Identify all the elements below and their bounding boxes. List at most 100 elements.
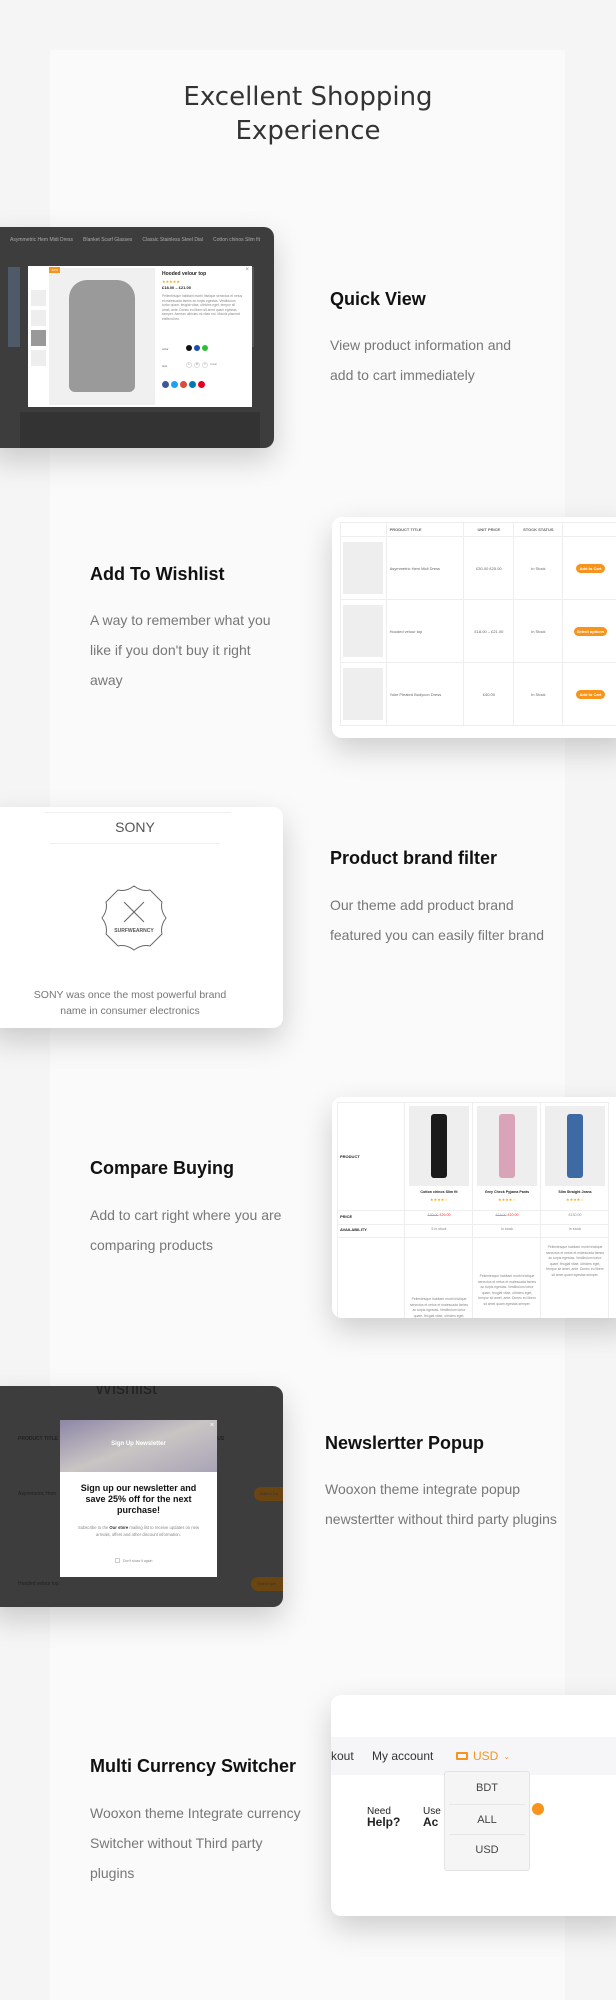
bg-row: Hooded velour top bbox=[18, 1581, 59, 1587]
feature-desc: Wooxon theme Integrate currency bbox=[90, 1805, 301, 1821]
feature-desc: like if you don't buy it right bbox=[90, 642, 251, 658]
feature-heading: Product brand filter bbox=[330, 848, 498, 868]
facebook-icon[interactable] bbox=[162, 381, 169, 388]
page-title: Excellent Shopping Experience bbox=[183, 82, 433, 146]
feature-heading: Add To Wishlist bbox=[90, 564, 225, 584]
availability: In stock bbox=[568, 1227, 582, 1231]
brand-name: SONY bbox=[50, 819, 220, 844]
product-image bbox=[49, 268, 155, 405]
table-row: Yoke Pleated Bodycon Dress £40.00 In Stock… bbox=[340, 662, 616, 726]
bg-button: Add to Ca bbox=[254, 1487, 283, 1501]
rating-stars: ★★★★☆ bbox=[566, 1197, 584, 1202]
clear-link[interactable]: Clear bbox=[210, 362, 217, 368]
thumb[interactable] bbox=[31, 350, 46, 366]
product-name[interactable]: Yoke Pleated Bodycon Dress bbox=[385, 662, 465, 726]
product-name[interactable]: Asymmetric Hem Midi Dress bbox=[385, 536, 465, 600]
rating-stars: ★★★★☆ bbox=[498, 1197, 516, 1202]
dont-show-checkbox[interactable]: Don't show it again bbox=[115, 1558, 152, 1563]
product-image bbox=[545, 1106, 605, 1186]
twitter-icon[interactable] bbox=[171, 381, 178, 388]
feature-desc: comparing products bbox=[90, 1237, 213, 1253]
price: £40.00 bbox=[463, 662, 515, 726]
color-swatch-green[interactable] bbox=[202, 345, 208, 351]
feature-desc: away bbox=[90, 672, 123, 688]
bg-product: Classic Stainless Steel Dial bbox=[142, 237, 203, 243]
price: £10.00 bbox=[507, 1213, 519, 1217]
product-name[interactable]: Slim Straight Jeans bbox=[541, 1190, 609, 1194]
compare-column: Cotton chinos Slim fit ★★★★☆ £30.00 £26.… bbox=[405, 1102, 473, 1318]
color-swatch-blue[interactable] bbox=[194, 345, 200, 351]
product-desc: Pellentesque habitant morbi tristique se… bbox=[477, 1274, 537, 1306]
product-desc: Pellentesque habitant morbi tristique se… bbox=[545, 1245, 605, 1277]
sale-badge: -10% bbox=[49, 267, 61, 273]
compare-label: AVAILABILITY bbox=[340, 1227, 367, 1232]
google-plus-icon[interactable] bbox=[180, 381, 187, 388]
feature-desc: Our theme add product brand bbox=[330, 897, 514, 913]
compare-label: PRODUCT bbox=[340, 1154, 360, 1159]
currency-screenshot: kout My account USD ⌄ Need Help? Use Ac BD… bbox=[331, 1695, 616, 1916]
thumb[interactable] bbox=[31, 290, 46, 306]
table-row: Asymmetric Hem Midi Dress £30.00 £25.00 In… bbox=[340, 536, 616, 600]
currency-switcher[interactable]: USD ⌄ bbox=[456, 1749, 510, 1763]
currency-option[interactable]: ALL bbox=[449, 1805, 525, 1835]
old-price: £30.00 bbox=[427, 1213, 439, 1217]
linkedin-icon[interactable] bbox=[189, 381, 196, 388]
product-name[interactable]: Grey Check Pyjama Pants bbox=[473, 1190, 541, 1194]
thumb[interactable] bbox=[31, 310, 46, 326]
quickview-screenshot: Asymmetric Hem Midi Dress Blanket Scarf … bbox=[0, 227, 274, 448]
product-desc: Pellentesque habitant morbi tristique se… bbox=[162, 294, 243, 321]
feature-desc: featured you can easily filter brand bbox=[330, 927, 545, 943]
size-option[interactable]: M bbox=[194, 362, 200, 368]
nav-my-account[interactable]: My account bbox=[372, 1749, 433, 1763]
compare-column: Grey Check Pyjama Pants ★★★★☆ £15.00 £10… bbox=[473, 1102, 541, 1318]
brand-logo: SURFWEARNCY bbox=[101, 885, 167, 951]
size-label: size bbox=[162, 364, 168, 368]
feature-desc: add to cart immediately bbox=[330, 367, 475, 383]
product-name[interactable]: Hooded velour top bbox=[385, 599, 465, 663]
stock: In Stock bbox=[513, 599, 564, 663]
feature-desc: Add to cart right where you are bbox=[90, 1207, 282, 1223]
brand-desc: SONY was once the most powerful brand na… bbox=[33, 989, 227, 1017]
compare-screenshot: PRODUCT PRICE AVAILABILITY Cotton chinos… bbox=[332, 1097, 616, 1318]
feature-heading: Multi Currency Switcher bbox=[90, 1756, 297, 1776]
bg-title: Wishlist bbox=[95, 1386, 157, 1398]
badge bbox=[532, 1803, 544, 1815]
bg-product: Asymmetric Hem Midi Dress bbox=[10, 237, 74, 243]
stock: In Stock bbox=[513, 662, 564, 726]
thumb[interactable] bbox=[31, 330, 46, 346]
compare-label: PRICE bbox=[340, 1214, 353, 1219]
feature-heading: Quick View bbox=[330, 289, 426, 309]
size-option[interactable]: X bbox=[202, 362, 208, 368]
feature-desc: View product information and bbox=[330, 337, 512, 353]
currency-option[interactable]: BDT bbox=[449, 1772, 525, 1805]
nav-checkout[interactable]: kout bbox=[331, 1749, 354, 1763]
close-icon[interactable]: × bbox=[245, 267, 249, 273]
product-desc: Pellentesque habitant morbi tristique se… bbox=[409, 1297, 469, 1318]
availability: In stock bbox=[500, 1227, 514, 1231]
color-swatch-black[interactable] bbox=[186, 345, 192, 351]
banner-title: Sign Up Newsletter bbox=[111, 1441, 166, 1447]
col-header: STOCK STATUS bbox=[513, 522, 564, 537]
product-name: Hooded velour top bbox=[162, 271, 207, 277]
currency-option[interactable]: USD bbox=[445, 1835, 529, 1865]
add-to-cart-button[interactable]: Add to Cart bbox=[576, 563, 606, 573]
add-to-cart-button[interactable]: Add to Cart bbox=[576, 689, 606, 699]
feature-heading: Newslertter Popup bbox=[325, 1433, 485, 1453]
use-account: Use Ac bbox=[423, 1806, 441, 1829]
size-option[interactable]: L bbox=[186, 362, 192, 368]
compare-column: Slim Straight Jeans ★★★★☆ £130.00 In sto… bbox=[541, 1102, 609, 1318]
feature-desc: A way to remember what you bbox=[90, 612, 271, 628]
pinterest-icon[interactable] bbox=[198, 381, 205, 388]
stock: In Stock bbox=[513, 536, 564, 600]
feature-desc: Switcher without Third party bbox=[90, 1835, 263, 1851]
product-name[interactable]: Cotton chinos Slim fit bbox=[405, 1190, 473, 1194]
price: £130.00 bbox=[568, 1213, 582, 1217]
brand-screenshot: SONY SURFWEARNCY SONY was once the most … bbox=[0, 807, 283, 1028]
newsletter-screenshot: Wishlist PRODUCT TITLE STATUS Asymmetric… bbox=[0, 1386, 283, 1607]
close-icon[interactable]: × bbox=[210, 1422, 214, 1429]
rating-stars: ★★★★☆ bbox=[430, 1197, 448, 1202]
select-options-button[interactable]: Select options bbox=[574, 626, 608, 636]
bg-product: Blanket Scarf Glasses bbox=[83, 237, 133, 243]
feature-desc: newstertter without third party plugins bbox=[325, 1511, 557, 1527]
logo-text: SURFWEARNCY bbox=[114, 928, 154, 934]
